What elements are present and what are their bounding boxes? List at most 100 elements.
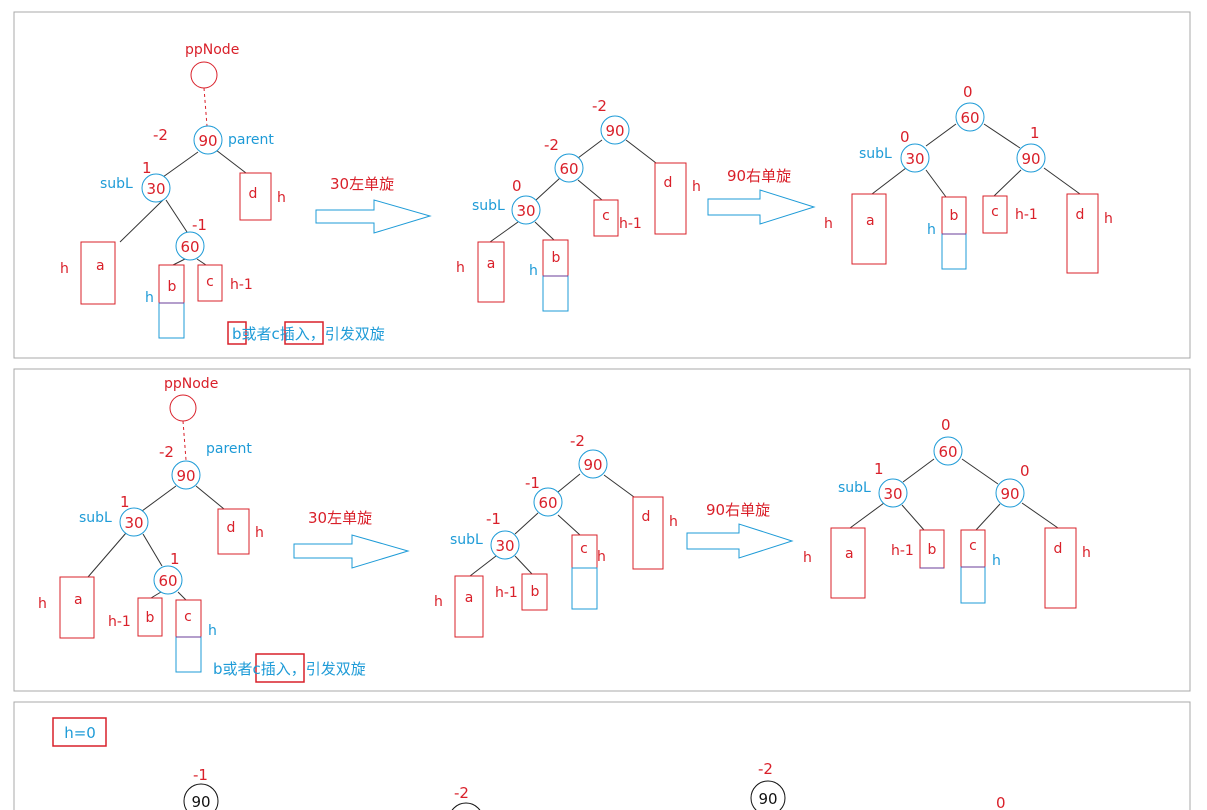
p3-bf-3: -2 (758, 760, 773, 778)
p2-s3-h-1-b: h-1 (891, 543, 914, 559)
p2-s3-h-d: h (1082, 545, 1091, 561)
p2-s3-bf-90: 0 (1020, 462, 1030, 480)
p2-s2-node-60-label: 60 (538, 494, 557, 512)
parent-label: parent (228, 132, 274, 148)
p2-s2-node-90-label: 90 (583, 456, 602, 474)
s2-node-90-label: 90 (605, 122, 624, 140)
s2-h-d: h (692, 179, 701, 195)
s2-bf-60: -2 (544, 136, 559, 154)
p2-arrow-right-rotate (686, 523, 794, 559)
s3-subtree-d-label: d (1076, 207, 1085, 223)
avl-double-rotation-diagram: ppNode 90 30 60 -2 parent 1 subL -1 a h … (13, 11, 1191, 810)
s3-subl-label: subL (859, 146, 892, 162)
ppnode-circle (190, 61, 218, 89)
arrow-label-left-rotate: 30左单旋 (330, 175, 394, 193)
arrow-right-rotate (707, 189, 816, 225)
s3-subtree-a (851, 193, 887, 265)
p2-h-c: h (208, 623, 217, 639)
p2-subtree-a-label: a (74, 592, 83, 608)
p2-s2-subtree-a (454, 575, 484, 638)
p2-s3-bf-30: 1 (874, 460, 884, 478)
s3-subtree-c-label: c (991, 204, 999, 220)
s2-subtree-a (477, 241, 505, 303)
p3-node-b (451, 802, 481, 810)
panel-3: h=0 -1 90 -2 -2 90 0 (52, 717, 1006, 810)
p2-subl-label: subL (79, 510, 112, 526)
bf-30: 1 (142, 159, 152, 177)
p2-subtree-c-label: c (184, 609, 192, 625)
subtree-d-label: d (249, 186, 258, 202)
arrow-label-right-rotate: 90右单旋 (727, 167, 791, 185)
p2-s2-subtree-c-new (571, 567, 598, 610)
p2-s3-subtree-c-new (960, 566, 986, 604)
p2-bf-90: -2 (159, 443, 174, 461)
p3-bf-2: -2 (454, 784, 469, 802)
node-90-label: 90 (198, 132, 217, 150)
s2-subtree-b-new (542, 275, 569, 312)
p2-h-1-b: h-1 (108, 614, 131, 630)
p2-s2-h-a: h (434, 594, 443, 610)
s3-subtree-b-new (941, 233, 967, 270)
p2-node-60-label: 60 (158, 572, 177, 590)
p2-bf-30: 1 (120, 493, 130, 511)
subtree-b-label: b (168, 279, 177, 295)
p2-s3-subtree-d (1044, 527, 1077, 609)
s3-bf-60: 0 (963, 83, 973, 101)
p3-bf-1: -1 (193, 766, 208, 784)
node-30-label: 30 (146, 180, 165, 198)
p2-s2-subtree-a-label: a (465, 590, 474, 606)
p2-s3-h-a: h (803, 550, 812, 566)
p2-s2-subtree-b-label: b (531, 584, 540, 600)
s2-subtree-a-label: a (487, 256, 496, 272)
p2-h-a: h (38, 596, 47, 612)
s2-node-30-label: 30 (516, 202, 535, 220)
s2-subl-label: subL (472, 198, 505, 214)
s3-bf-30: 0 (900, 128, 910, 146)
p2-arrow-label-right-rotate: 90右单旋 (706, 501, 770, 519)
p2-s3-bf-60: 0 (941, 416, 951, 434)
p3-node-90-a-label: 90 (191, 793, 210, 810)
subtree-a-label: a (96, 258, 105, 274)
p2-s2-bf-60: -1 (525, 474, 540, 492)
p2-s2-node-30-label: 30 (495, 537, 514, 555)
p2-s2-subtree-d (632, 496, 664, 570)
s2-subtree-c-label: c (602, 208, 610, 224)
p2-s2-h-c: h (597, 549, 606, 565)
ppnode-label: ppNode (185, 42, 239, 58)
s2-bf-30: 0 (512, 177, 522, 195)
h0-label: h=0 (64, 724, 96, 742)
s3-subtree-d (1066, 193, 1099, 274)
p2-h-d: h (255, 525, 264, 541)
s2-bf-90: -2 (592, 97, 607, 115)
bf-60: -1 (192, 216, 207, 234)
s3-bf-90: 1 (1030, 124, 1040, 142)
arrow-left-rotate (315, 199, 432, 234)
p2-s2-bf-90: -2 (570, 432, 585, 450)
p2-s3-node-30-label: 30 (883, 485, 902, 503)
p2-s3-node-60-label: 60 (938, 443, 957, 461)
h-1-c: h-1 (230, 277, 253, 293)
p2-node-30-label: 30 (124, 514, 143, 532)
s3-h-b: h (927, 222, 936, 238)
p2-s2-subl-label: subL (450, 532, 483, 548)
s2-subtree-b-label: b (552, 250, 561, 266)
p2-parent-label: parent (206, 441, 252, 457)
p2-ppnode-circle (169, 394, 197, 422)
s3-subtree-b-label: b (950, 208, 959, 224)
note-text: b或者c插入，引发双旋 (232, 325, 385, 343)
p2-s3-subtree-d-label: d (1054, 541, 1063, 557)
subl-label: subL (100, 176, 133, 192)
p2-arrow-label-left-rotate: 30左单旋 (308, 509, 372, 527)
node-60-label: 60 (180, 238, 199, 256)
subtree-c-label: c (206, 274, 214, 290)
panel-1-frame (13, 11, 1191, 359)
panel-1: ppNode 90 30 60 -2 parent 1 subL -1 a h … (60, 42, 1113, 345)
h-b: h (145, 290, 154, 306)
p2-s2-subtree-d-label: d (642, 509, 651, 525)
p2-s3-subl-label: subL (838, 480, 871, 496)
s2-h-1-c: h-1 (619, 216, 642, 232)
subtree-b-new (158, 302, 185, 339)
p2-s3-h-c: h (992, 553, 1001, 569)
p2-s2-subtree-c-label: c (580, 541, 588, 557)
p3-bf-4: 0 (996, 794, 1006, 810)
